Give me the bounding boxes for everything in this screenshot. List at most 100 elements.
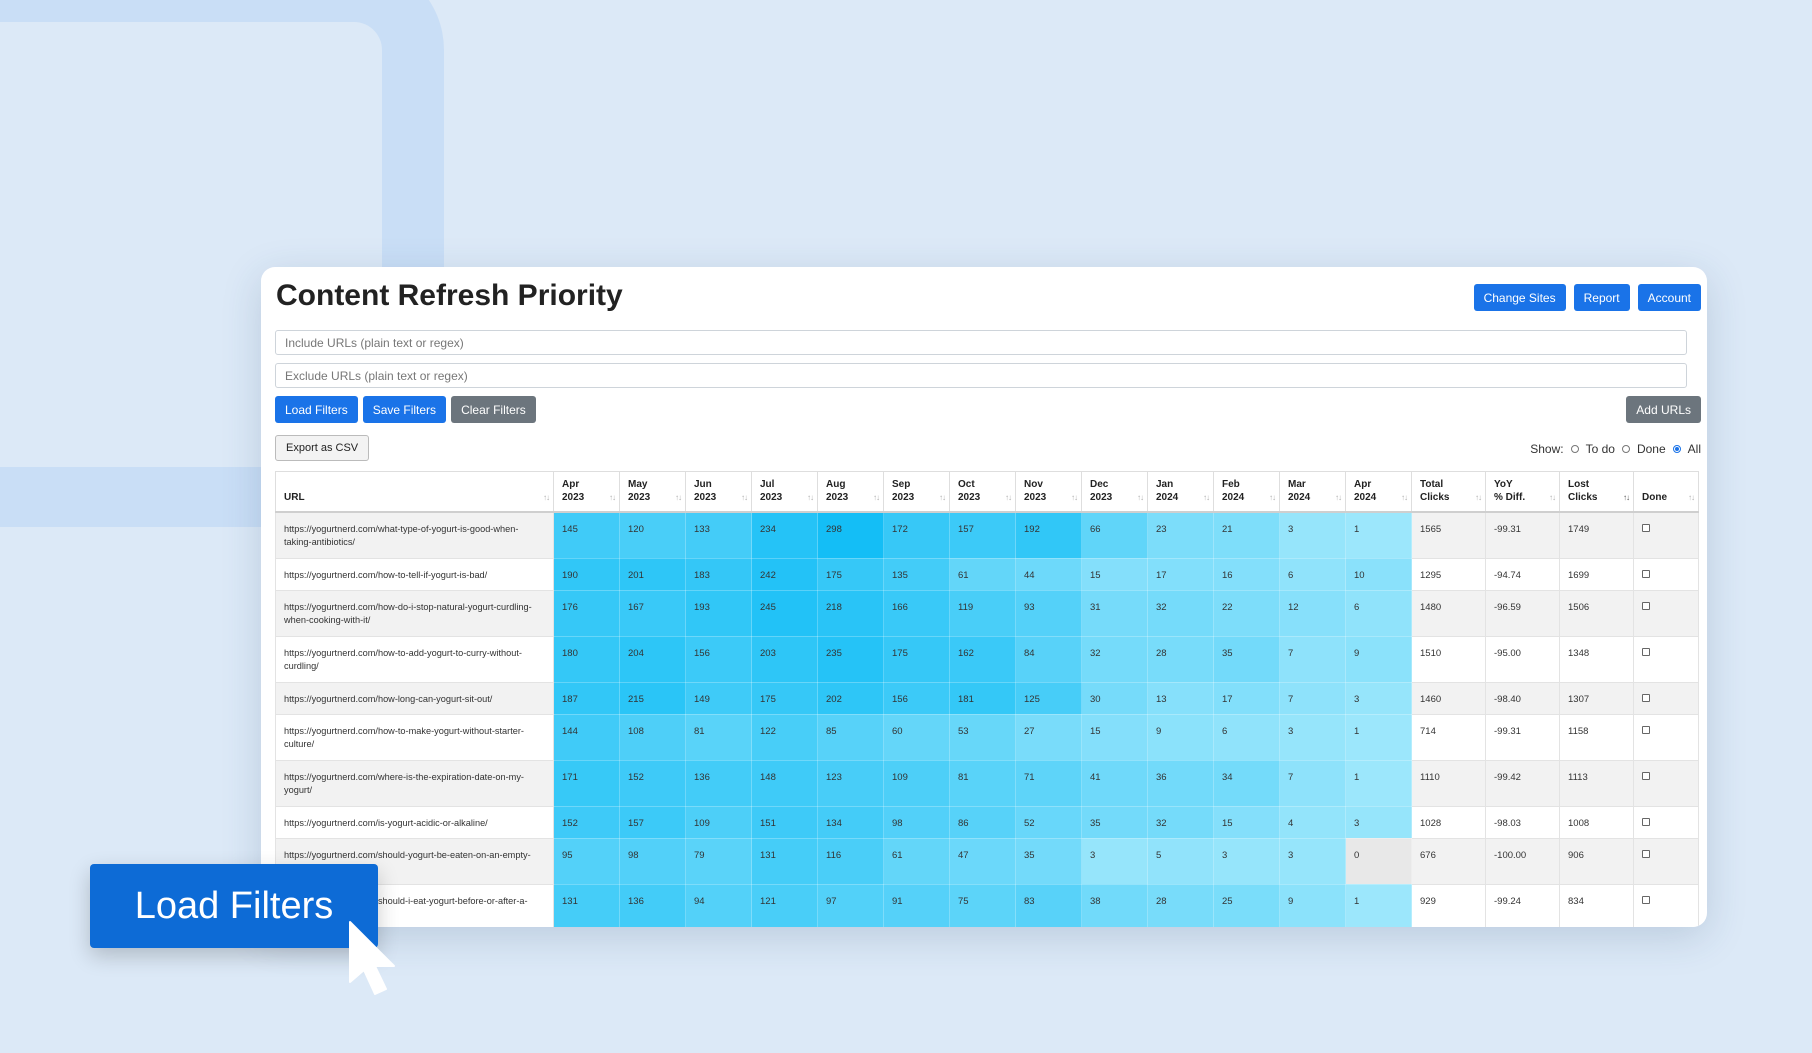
column-header-label: Jul 2023 [760,479,783,503]
sort-arrows-icon[interactable]: ↑↓ [1688,491,1695,504]
sort-arrows-icon[interactable]: ↑↓ [1623,491,1630,504]
yoy-diff-cell: -95.00 [1485,635,1560,683]
filter-button-group: Load Filters Save Filters Clear Filters [275,396,536,423]
lost-clicks-cell: 906 [1559,837,1634,885]
sort-arrows-icon[interactable]: ↑↓ [609,491,616,504]
exclude-urls-input[interactable] [275,363,1687,388]
url-cell[interactable]: https://yogurtnerd.com/how-to-make-yogur… [275,713,554,761]
add-urls-button[interactable]: Add URLs [1626,396,1701,423]
column-header[interactable]: Jul 2023 ↑↓ [751,471,818,513]
done-checkbox[interactable] [1642,817,1650,826]
url-cell[interactable]: https://yogurtnerd.com/is-yogurt-acidic-… [275,805,554,839]
include-urls-input[interactable] [275,330,1687,355]
month-clicks-cell: 176 [553,589,620,637]
done-radio[interactable] [1621,445,1630,453]
month-clicks-cell: 119 [949,589,1016,637]
sort-arrows-icon[interactable]: ↑↓ [873,491,880,504]
report-button[interactable]: Report [1573,284,1630,311]
month-clicks-cell: 98 [883,805,950,839]
done-checkbox[interactable] [1642,849,1650,858]
sort-arrows-icon[interactable]: ↑↓ [543,491,550,504]
column-header-label: Dec 2023 [1090,479,1113,503]
export-csv-button[interactable]: Export as CSV [275,435,370,461]
url-cell[interactable]: https://yogurtnerd.com/how-long-can-yogu… [275,681,554,715]
column-header[interactable]: Lost Clicks ↑↓ [1559,471,1634,513]
sort-arrows-icon[interactable]: ↑↓ [1335,491,1342,504]
sort-arrows-icon[interactable]: ↑↓ [1549,491,1556,504]
column-header[interactable]: Aug 2023 ↑↓ [817,471,884,513]
column-header-label: May 2023 [628,479,651,503]
account-button[interactable]: Account [1637,284,1701,311]
save-filters-button[interactable]: Save Filters [362,396,447,423]
month-clicks-cell: 60 [883,713,950,761]
month-clicks-cell: 109 [685,805,752,839]
sort-arrows-icon[interactable]: ↑↓ [1269,491,1276,504]
done-checkbox[interactable] [1642,524,1650,532]
column-header[interactable]: Feb 2024 ↑↓ [1213,471,1280,513]
column-header-label: Apr 2023 [562,479,585,503]
sort-arrows-icon[interactable]: ↑↓ [1137,491,1144,504]
month-clicks-cell: 6 [1345,589,1412,637]
sort-arrows-icon[interactable]: ↑↓ [1005,491,1012,504]
column-header[interactable]: Jun 2023 ↑↓ [685,471,752,513]
month-clicks-cell: 95 [553,837,620,885]
month-clicks-cell: 145 [553,511,620,559]
column-header[interactable]: May 2023 ↑↓ [619,471,686,513]
column-header[interactable]: Apr 2023 ↑↓ [553,471,620,513]
column-header-label: Feb 2024 [1222,479,1245,503]
sort-arrows-icon[interactable]: ↑↓ [807,491,814,504]
column-header[interactable]: URL ↑↓ [275,471,554,513]
sort-arrows-icon[interactable]: ↑↓ [1203,491,1210,504]
month-clicks-cell: 175 [751,681,818,715]
month-clicks-cell: 7 [1279,635,1346,683]
month-clicks-cell: 298 [817,511,884,559]
clear-filters-button[interactable]: Clear Filters [451,396,536,423]
url-cell[interactable]: https://yogurtnerd.com/where-is-the-expi… [275,759,554,807]
month-clicks-cell: 134 [817,805,884,839]
column-header[interactable]: Sep 2023 ↑↓ [883,471,950,513]
url-cell[interactable]: https://yogurtnerd.com/how-do-i-stop-nat… [275,589,554,637]
sort-arrows-icon[interactable]: ↑↓ [1475,491,1482,504]
sort-arrows-icon[interactable]: ↑↓ [741,491,748,504]
table-row: https://yogurtnerd.com/should-i-eat-yogu… [275,883,1699,927]
url-cell[interactable]: https://yogurtnerd.com/how-to-add-yogurt… [275,635,554,683]
column-header[interactable]: Nov 2023 ↑↓ [1015,471,1082,513]
month-clicks-cell: 61 [883,837,950,885]
load-filters-button[interactable]: Load Filters [275,396,358,423]
sort-arrows-icon[interactable]: ↑↓ [1071,491,1078,504]
column-header[interactable]: Oct 2023 ↑↓ [949,471,1016,513]
done-checkbox[interactable] [1642,895,1650,904]
done-checkbox[interactable] [1642,569,1650,578]
done-checkbox[interactable] [1642,771,1650,780]
done-checkbox[interactable] [1642,647,1650,656]
column-header[interactable]: Mar 2024 ↑↓ [1279,471,1346,513]
url-cell[interactable]: https://yogurtnerd.com/how-to-tell-if-yo… [275,557,554,591]
month-clicks-cell: 32 [1081,635,1148,683]
column-header[interactable]: YoY % Diff. ↑↓ [1485,471,1560,513]
done-checkbox[interactable] [1642,725,1650,734]
sort-arrows-icon[interactable]: ↑↓ [675,491,682,504]
month-clicks-cell: 131 [751,837,818,885]
month-clicks-cell: 156 [685,635,752,683]
table-row: https://yogurtnerd.com/where-is-the-expi… [275,759,1699,807]
column-header[interactable]: Dec 2023 ↑↓ [1081,471,1148,513]
priority-table: URL ↑↓ Apr 2023 ↑↓ May 2023 ↑↓ Jun 2023 ↑↓ Jul 2… [275,471,1699,927]
month-clicks-cell: 192 [1015,511,1082,559]
yoy-diff-cell: -98.40 [1485,681,1560,715]
change-sites-button[interactable]: Change Sites [1473,284,1566,311]
done-label: Done [1636,442,1666,456]
month-clicks-cell: 23 [1147,511,1214,559]
sort-arrows-icon[interactable]: ↑↓ [939,491,946,504]
done-checkbox[interactable] [1642,601,1650,610]
column-header[interactable]: Apr 2024 ↑↓ [1345,471,1412,513]
todo-radio[interactable] [1570,445,1579,453]
done-checkbox[interactable] [1642,693,1650,702]
column-header[interactable]: Total Clicks ↑↓ [1411,471,1486,513]
column-header[interactable]: Done ↑↓ [1633,471,1699,513]
all-radio[interactable] [1672,445,1681,453]
month-clicks-cell: 242 [751,557,818,591]
column-header[interactable]: Jan 2024 ↑↓ [1147,471,1214,513]
sort-arrows-icon[interactable]: ↑↓ [1401,491,1408,504]
month-clicks-cell: 172 [883,511,950,559]
url-cell[interactable]: https://yogurtnerd.com/what-type-of-yogu… [275,511,554,559]
